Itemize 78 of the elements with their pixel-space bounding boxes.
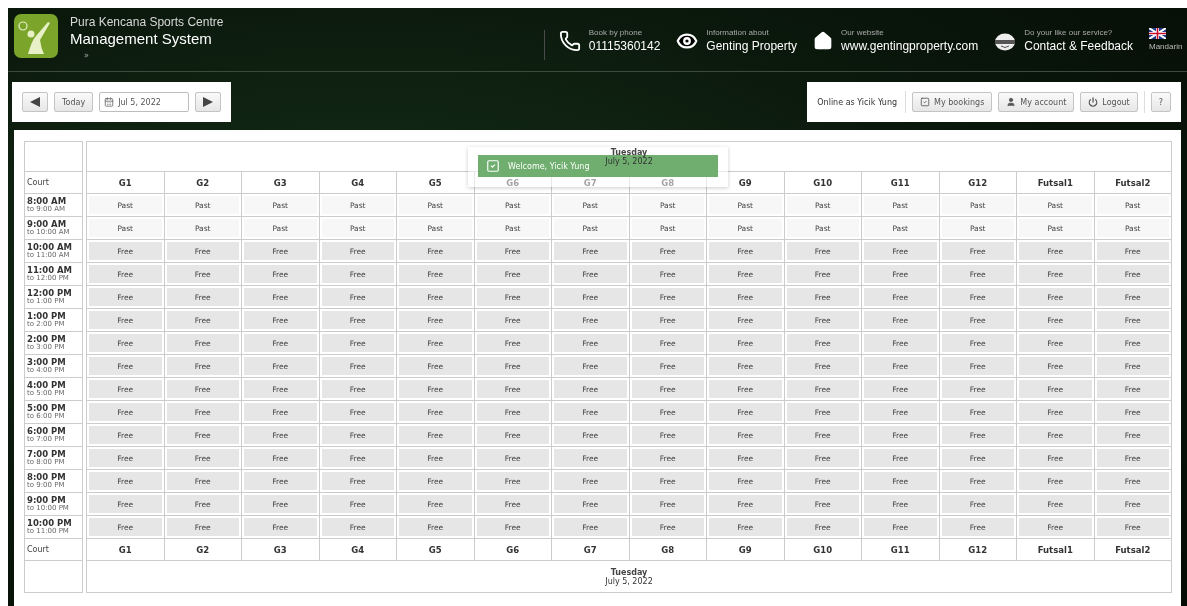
contact-link[interactable]: Genting Property xyxy=(706,39,798,53)
court-name: G10 xyxy=(783,539,861,561)
court-name: G12 xyxy=(938,172,1016,194)
user-icon xyxy=(1006,97,1017,107)
slot-start-time: 3:00 PM xyxy=(27,357,67,367)
court-name: G1 xyxy=(86,539,164,561)
court-name: G12 xyxy=(938,539,1016,561)
help-button[interactable]: ? xyxy=(1150,92,1171,112)
slot-start-time: 9:00 PM xyxy=(27,495,67,505)
court-name: G11 xyxy=(861,539,939,561)
account-button[interactable]: My account xyxy=(998,92,1075,112)
date-field[interactable]: Jul 5, 2022 xyxy=(99,92,190,112)
court-name: G5 xyxy=(396,172,474,194)
system-title: Management System xyxy=(70,30,213,47)
logo-icon xyxy=(14,14,58,58)
contact-caption: Information about xyxy=(706,28,770,37)
court-name: G2 xyxy=(163,539,241,561)
slot-start-time: 1:00 PM xyxy=(27,311,67,321)
right-triangle-icon xyxy=(203,97,214,107)
contact-link[interactable]: www.gentingproperty.com xyxy=(841,39,979,53)
date-text: July 5, 2022 xyxy=(605,576,653,586)
slot-start-time: 8:00 PM xyxy=(27,472,67,482)
logout-button[interactable]: Logout xyxy=(1080,92,1138,112)
court-name: G4 xyxy=(318,172,396,194)
court-name: G6 xyxy=(473,539,551,561)
contact-link[interactable]: Contact & Feedback xyxy=(1024,39,1133,53)
welcome-message: Welcome, Yicik Yung xyxy=(508,161,590,171)
court-name: Futsal2 xyxy=(1093,539,1171,561)
breadcrumb[interactable]: » xyxy=(84,51,89,60)
court-name: G4 xyxy=(318,539,396,561)
language-link[interactable]: Mandarin xyxy=(1149,42,1187,51)
today-button[interactable]: Today xyxy=(54,92,94,112)
check-icon xyxy=(486,159,500,173)
flag-icon[interactable] xyxy=(1149,28,1166,39)
next-day-button[interactable] xyxy=(195,92,222,112)
slot-start-time: 11:00 AM xyxy=(27,265,74,275)
bookings-button[interactable]: My bookings xyxy=(912,92,993,112)
court-name: G8 xyxy=(628,539,706,561)
slot-start-time: 12:00 PM xyxy=(27,288,73,298)
slot-start-time: 2:00 PM xyxy=(27,334,67,344)
court-name: G3 xyxy=(241,172,319,194)
slot-start-time: 6:00 PM xyxy=(27,426,67,436)
contact-caption: Do your like our service? xyxy=(1024,28,1114,37)
left-triangle-icon xyxy=(30,97,40,107)
home-icon xyxy=(813,30,834,51)
court-name: G5 xyxy=(396,539,474,561)
court-name: G1 xyxy=(86,172,164,194)
slot-start-time: 7:00 PM xyxy=(27,449,67,459)
contact-link[interactable]: 01115360142 xyxy=(588,39,661,53)
court-name: G10 xyxy=(783,172,861,194)
power-icon xyxy=(1088,97,1099,107)
court-label: Court xyxy=(27,545,50,554)
checkbox-icon xyxy=(920,97,931,107)
court-name: G11 xyxy=(861,172,939,194)
court-name: Futsal1 xyxy=(1016,539,1094,561)
contact-caption: Our website xyxy=(841,28,885,37)
centre-name: Pura Kencana Sports Centre xyxy=(70,15,224,29)
court-name: G7 xyxy=(551,539,629,561)
court-name: Futsal1 xyxy=(1016,172,1094,194)
slot-start-time: 5:00 PM xyxy=(27,403,67,413)
contact-caption: Book by phone xyxy=(588,28,644,37)
date-text: July 5, 2022 xyxy=(605,156,653,166)
slot-start-time: 10:00 AM xyxy=(27,242,74,252)
court-name: Futsal2 xyxy=(1093,172,1171,194)
slot-start-time: 8:00 AM xyxy=(27,196,68,206)
slot-start-time: 4:00 PM xyxy=(27,380,67,390)
calendar-icon xyxy=(104,97,115,107)
slot-start-time: 10:00 PM xyxy=(27,518,73,528)
slot-start-time: 9:00 AM xyxy=(27,219,68,229)
previous-day-button[interactable] xyxy=(22,92,48,112)
online-status: Online as Yicik Yung xyxy=(817,97,898,107)
day-name: Tuesday xyxy=(610,567,648,577)
court-name: G2 xyxy=(163,172,241,194)
day-name: Tuesday xyxy=(610,147,648,157)
court-name: G3 xyxy=(241,539,319,561)
phone-icon xyxy=(558,29,581,52)
court-name: G9 xyxy=(706,539,784,561)
court-label: Court xyxy=(27,178,50,187)
